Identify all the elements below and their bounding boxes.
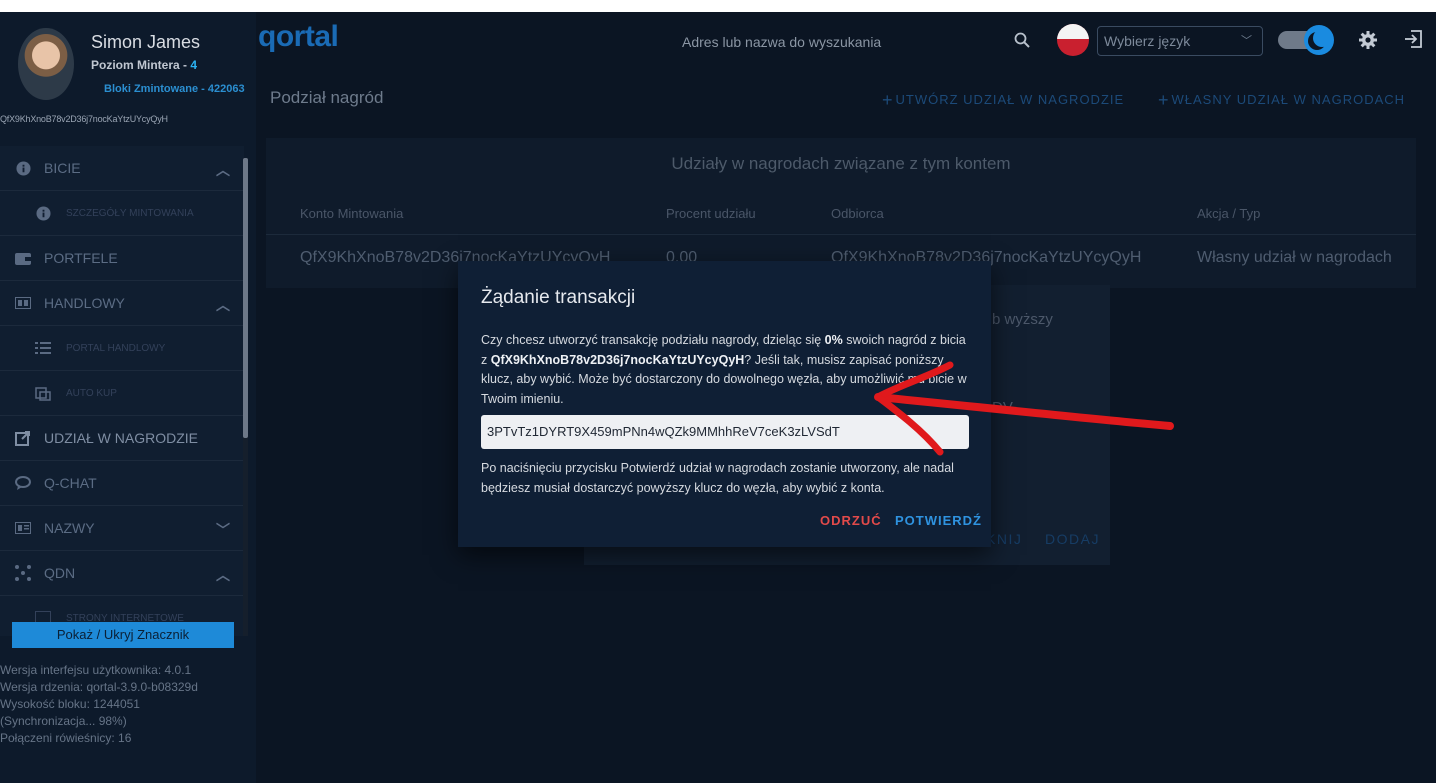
- background-cancel-button[interactable]: KNIJ: [986, 531, 1022, 547]
- background-dialog-text: b wyższy: [992, 311, 1053, 328]
- info-icon: [34, 205, 52, 221]
- sidebar-nav: BICIE ︿ SZCZEGÓŁY MINTOWANIA PORTFELE HA…: [0, 146, 244, 636]
- table-cell-action: Własny udział w nagrodach: [1197, 249, 1392, 266]
- language-select[interactable]: Wybierz język ﹀: [1097, 26, 1263, 56]
- reject-button[interactable]: ODRZUĆ: [820, 513, 882, 528]
- dialog-note: Po naciśnięciu przycisku Potwierdź udzia…: [481, 461, 954, 495]
- sidebar: Simon James Poziom Mintera - 4 Bloki Zmi…: [0, 12, 256, 783]
- sidebar-item-label: BICIE: [44, 160, 81, 176]
- sidebar-item-bicie[interactable]: BICIE ︿: [0, 146, 244, 191]
- sidebar-item-label: QDN: [44, 565, 76, 581]
- app-window: Simon James Poziom Mintera - 4 Bloki Zmi…: [0, 12, 1436, 783]
- avatar: [18, 28, 74, 100]
- dialog-body: Czy chcesz utworzyć transakcję podziału …: [481, 331, 971, 409]
- own-reward-share-label: WŁASNY UDZIAŁ W NAGRODACH: [1171, 92, 1406, 107]
- sidebar-scrollbar[interactable]: [243, 158, 248, 636]
- chevron-down-icon[interactable]: ﹀: [216, 520, 230, 540]
- sidebar-item-label: HANDLOWY: [44, 295, 125, 311]
- language-select-value: Wybierz język: [1104, 33, 1191, 49]
- reward-share-key-field[interactable]: 3PTvTz1DYRT9X459mPNn4wQZk9MMhhReV7ceK3zL…: [481, 415, 969, 449]
- column-header: Procent udziału: [666, 206, 756, 221]
- sidebar-item-trade[interactable]: HANDLOWY ︿: [0, 281, 244, 326]
- column-header: Odbiorca: [831, 206, 884, 221]
- transaction-request-dialog: Żądanie transakcji Czy chcesz utworzyć t…: [458, 261, 991, 547]
- sidebar-item-label: AUTO KUP: [66, 387, 117, 399]
- sidebar-item-minting-details[interactable]: SZCZEGÓŁY MINTOWANIA: [0, 191, 244, 236]
- moon-icon: [1313, 29, 1331, 47]
- toggle-badge-button[interactable]: Pokaż / Ukryj Znacznik: [12, 622, 234, 648]
- info-icon: [14, 160, 32, 176]
- profile: Simon James Poziom Mintera - 4 Bloki Zmi…: [0, 12, 256, 146]
- chevron-up-icon[interactable]: ︿: [216, 565, 230, 585]
- version-info: Wersja interfejsu użytkownika: 4.0.1 Wer…: [0, 662, 198, 747]
- search-input[interactable]: Adres lub nazwa do wyszukania: [682, 34, 881, 50]
- confirm-button[interactable]: POTWIERDŹ: [895, 513, 982, 528]
- qortal-logo[interactable]: qortal: [258, 20, 339, 54]
- card-title: Udziały w nagrodach związane z tym konte…: [671, 154, 1011, 173]
- chat-icon: [14, 475, 32, 491]
- chevron-down-icon: ﹀: [1241, 35, 1252, 47]
- row-divider: [266, 234, 1416, 235]
- chevron-up-icon[interactable]: ︿: [216, 295, 230, 315]
- network-icon: [14, 565, 32, 581]
- sync-status: (Synchronizacja... 98%): [0, 714, 127, 728]
- create-reward-share-label: UTWÓRZ UDZIAŁ W NAGRODZIE: [895, 92, 1125, 107]
- sidebar-item-reward-share[interactable]: UDZIAŁ W NAGRODZIE: [0, 416, 244, 461]
- block-height: Wysokość bloku: 1244051: [0, 697, 140, 711]
- plus-icon: +: [882, 90, 894, 110]
- sidebar-item-auto-buy[interactable]: AUTO KUP: [0, 371, 244, 416]
- sidebar-item-qdn[interactable]: QDN ︿: [0, 551, 244, 596]
- polish-flag-icon: [1057, 24, 1089, 56]
- search-icon[interactable]: [1014, 32, 1030, 48]
- bot-icon: [34, 385, 52, 401]
- sidebar-item-label: Q-CHAT: [44, 475, 97, 491]
- sidebar-item-label: PORTAL HANDLOWY: [66, 342, 166, 354]
- badge-icon: [14, 520, 32, 536]
- share-icon: [14, 430, 32, 446]
- sidebar-item-q-chat[interactable]: Q-CHAT: [0, 461, 244, 506]
- trade-icon: [14, 295, 32, 311]
- sidebar-item-names[interactable]: NAZWY ﹀: [0, 506, 244, 551]
- profile-address: QfX9KhXnoB78v2D36j7nocKaYtzUYcyQyH: [0, 114, 168, 124]
- column-header: Konto Mintowania: [300, 206, 404, 221]
- create-reward-share-button[interactable]: + UTWÓRZ UDZIAŁ W NAGRODZIE: [882, 90, 1124, 111]
- dialog-title: Żądanie transakcji: [481, 287, 636, 308]
- page-title: Podział nagród: [270, 88, 384, 107]
- background-add-button[interactable]: DODAJ: [1045, 531, 1100, 547]
- sidebar-item-label: UDZIAŁ W NAGRODZIE: [44, 430, 199, 446]
- chevron-up-icon[interactable]: ︿: [216, 160, 230, 180]
- plus-icon: +: [1158, 90, 1170, 110]
- theme-toggle[interactable]: [1278, 25, 1336, 55]
- minter-level-label: Poziom Mintera -: [91, 58, 191, 72]
- sidebar-item-trade-portal[interactable]: PORTAL HANDLOWY: [0, 326, 244, 371]
- list-icon: [34, 340, 52, 356]
- peer-count: Połączeni rówieśnicy: 16: [0, 731, 132, 745]
- profile-name: Simon James: [91, 32, 201, 52]
- sidebar-item-label: SZCZEGÓŁY MINTOWANIA: [66, 207, 194, 219]
- minter-level-value: 4: [190, 58, 198, 72]
- column-header: Akcja / Typ: [1197, 206, 1261, 221]
- dialog-body-text: Czy chcesz utworzyć transakcję podziału …: [481, 333, 825, 347]
- wallet-icon: [14, 250, 32, 266]
- scrollbar-thumb[interactable]: [243, 158, 248, 438]
- sidebar-item-wallets[interactable]: PORTFELE: [0, 236, 244, 281]
- logout-icon[interactable]: [1404, 30, 1422, 48]
- ui-version: Wersja interfejsu użytkownika: 4.0.1: [0, 663, 192, 677]
- core-version: Wersja rdzenia: qortal-3.9.0-b08329d: [0, 680, 198, 694]
- background-dialog-text: DV: [992, 399, 1013, 416]
- gear-icon[interactable]: [1358, 30, 1378, 50]
- sidebar-item-label: PORTFELE: [44, 250, 118, 266]
- own-reward-share-button[interactable]: + WŁASNY UDZIAŁ W NAGRODACH: [1158, 90, 1405, 111]
- minter-level: Poziom Mintera - 4: [91, 58, 197, 72]
- sidebar-item-label: NAZWY: [44, 520, 95, 536]
- share-percent: 0%: [824, 333, 843, 347]
- blocks-minted: Bloki Zmintowane - 422063: [104, 83, 245, 95]
- minting-address: QfX9KhXnoB78v2D36j7nocKaYtzUYcyQyH: [490, 352, 745, 367]
